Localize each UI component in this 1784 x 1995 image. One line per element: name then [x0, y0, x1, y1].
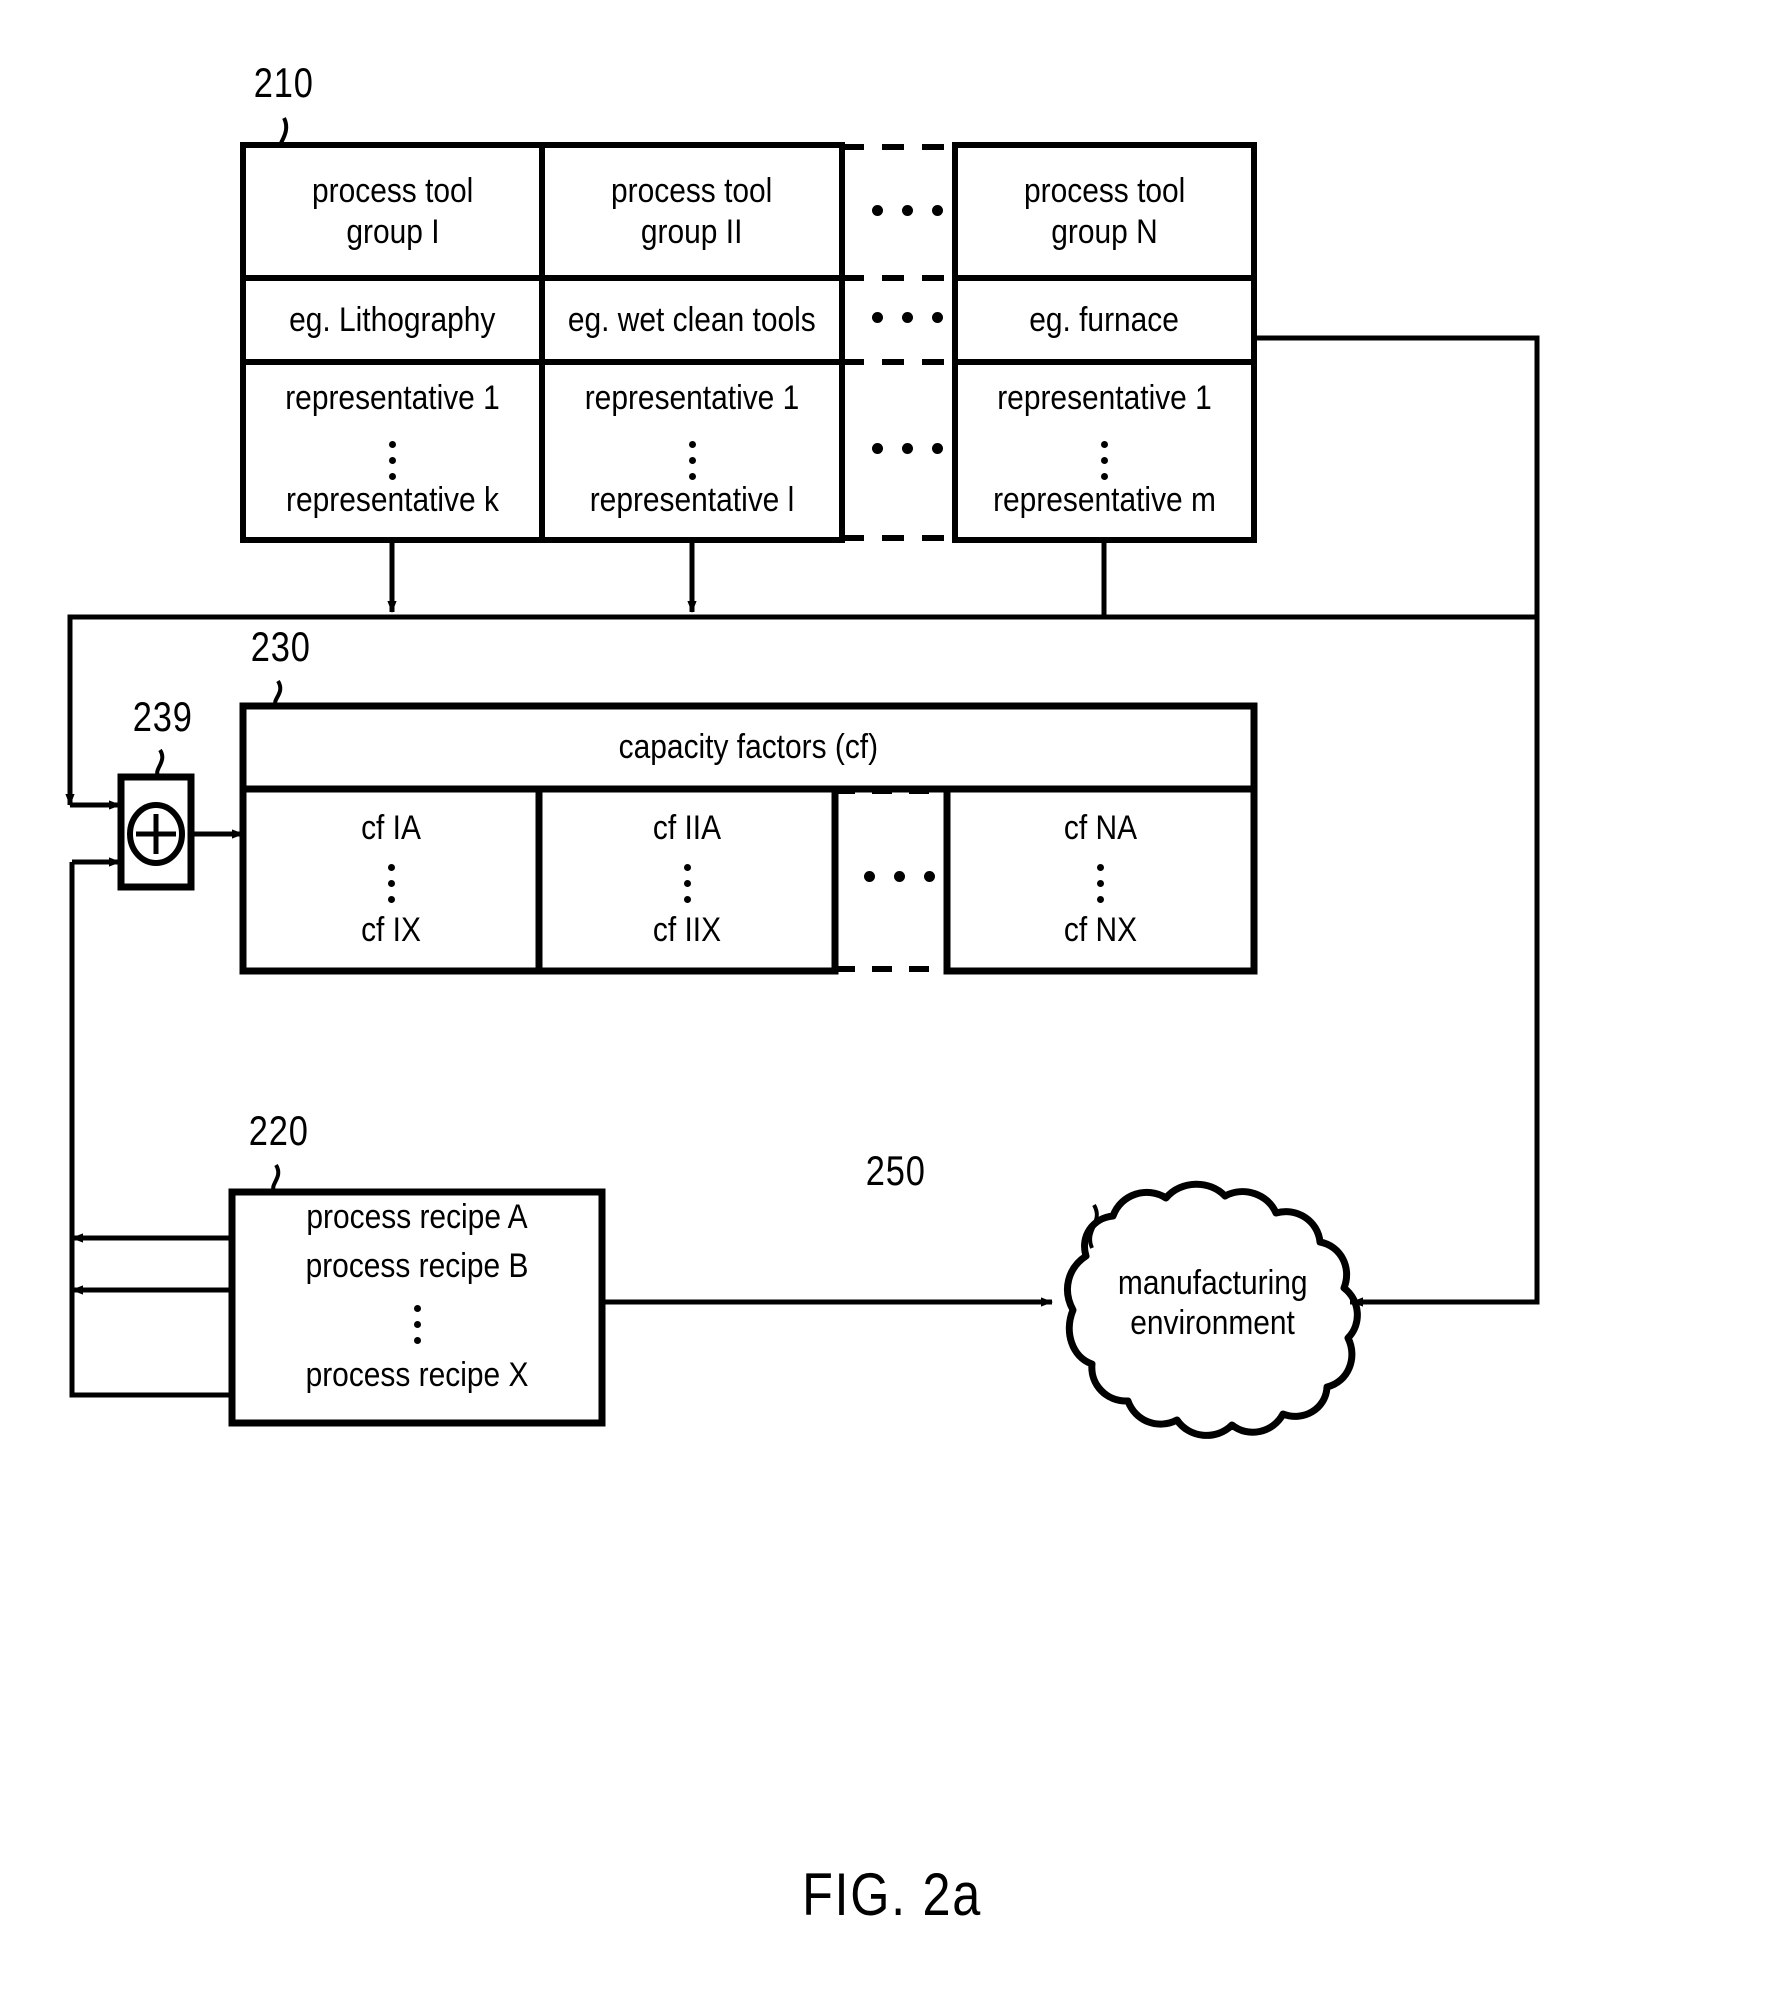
- recipe-output-arrows: [71, 1233, 232, 1295]
- tool-group-cell-n-example: eg. furnace: [955, 278, 1254, 362]
- manufacturing-environment-line1: manufacturing: [1117, 1263, 1308, 1302]
- tool-group-row2-ellipsis-icon: [872, 312, 943, 323]
- tool-group-1-representative-last: representative k: [286, 481, 499, 519]
- tool-group-2-vertical-ellipsis: [672, 432, 712, 480]
- cf-column-n-first: cf NA: [1063, 809, 1138, 847]
- tool-group-1-representative-first: representative 1: [285, 379, 500, 417]
- tool-group-cell-n-title: process tool group N: [955, 145, 1254, 278]
- cf-column-1-last: cf IX: [361, 911, 421, 949]
- tool-group-row3-ellipsis-icon: [872, 443, 943, 454]
- tool-group-1-example: eg. Lithography: [289, 300, 496, 339]
- tool-group-2-representative-first: representative 1: [584, 379, 800, 417]
- figure-caption: FIG. 2a: [802, 1861, 982, 1928]
- recipe-to-junction-wire: [69, 862, 232, 1398]
- cf-column-1-vertical-ellipsis: [371, 855, 411, 903]
- manufacturing-environment-label: manufacturing environment: [1075, 1253, 1350, 1353]
- tool-group-n-representative-last: representative m: [993, 481, 1216, 519]
- capacity-factors-header: capacity factors (cf): [243, 706, 1254, 789]
- cf-row-ellipsis-icon: [864, 871, 935, 882]
- ref-leader-220: [271, 1163, 281, 1194]
- cf-column-n-last: cf NX: [1063, 911, 1138, 949]
- tool-group-1-line1: process tool: [311, 172, 474, 211]
- ref-leader-210: [278, 117, 289, 147]
- ref-number-250: 250: [865, 1147, 926, 1194]
- cf-column-n-vertical-ellipsis: [1080, 855, 1120, 903]
- ref-number-210: 210: [253, 59, 314, 106]
- tool-group-2-line1: process tool: [611, 172, 773, 211]
- process-recipe-item-x: process recipe X: [305, 1356, 529, 1394]
- ref-number-239: 239: [132, 693, 193, 740]
- tool-group-cell-2-example: eg. wet clean tools: [542, 278, 842, 362]
- cf-column-1-first: cf IA: [361, 809, 421, 847]
- tool-group-2-representative-last: representative l: [589, 481, 795, 519]
- capacity-factors-header-label: capacity factors (cf): [618, 728, 879, 767]
- patent-figure-canvas: 210 230 239 220 250 process tool group I…: [0, 0, 1784, 1995]
- tool-group-n-example: eg. furnace: [1029, 300, 1180, 339]
- tool-group-cell-1-title: process tool group I: [243, 145, 542, 278]
- ref-number-220: 220: [248, 1107, 309, 1154]
- cf-column-2-first: cf IIA: [652, 809, 722, 847]
- environment-right-feedback-wire: [1350, 338, 1540, 1305]
- tool-group-cell-2-title: process tool group II: [542, 145, 842, 278]
- tool-group-cell-1-example: eg. Lithography: [243, 278, 542, 362]
- tool-group-1-line2: group I: [345, 212, 440, 251]
- process-recipe-item-a: process recipe A: [306, 1198, 528, 1236]
- tool-group-n-line2: group N: [1051, 212, 1158, 251]
- tool-group-n-line1: process tool: [1023, 172, 1186, 211]
- process-recipe-item-b: process recipe B: [305, 1247, 529, 1285]
- ref-number-230: 230: [250, 623, 311, 670]
- tool-group-to-cf-arrows: [387, 540, 697, 613]
- cf-column-2-vertical-ellipsis: [667, 855, 707, 903]
- summing-junction-inputs: [72, 800, 121, 867]
- manufacturing-environment-line2: environment: [1130, 1304, 1295, 1342]
- cf-column-2-last: cf IIX: [652, 911, 722, 949]
- summing-junction-shape: [117, 773, 195, 891]
- tool-group-2-example: eg. wet clean tools: [568, 300, 816, 339]
- ref-leader-230: [273, 679, 283, 708]
- tool-group-2-line2: group II: [641, 212, 743, 251]
- process-recipe-vertical-ellipsis: [397, 1296, 437, 1344]
- tool-group-row1-ellipsis-icon: [872, 205, 943, 216]
- ref-leader-239: [155, 748, 165, 779]
- tool-group-1-vertical-ellipsis: [372, 432, 412, 480]
- tool-group-n-vertical-ellipsis: [1084, 432, 1124, 480]
- tool-group-n-representative-first: representative 1: [997, 379, 1212, 417]
